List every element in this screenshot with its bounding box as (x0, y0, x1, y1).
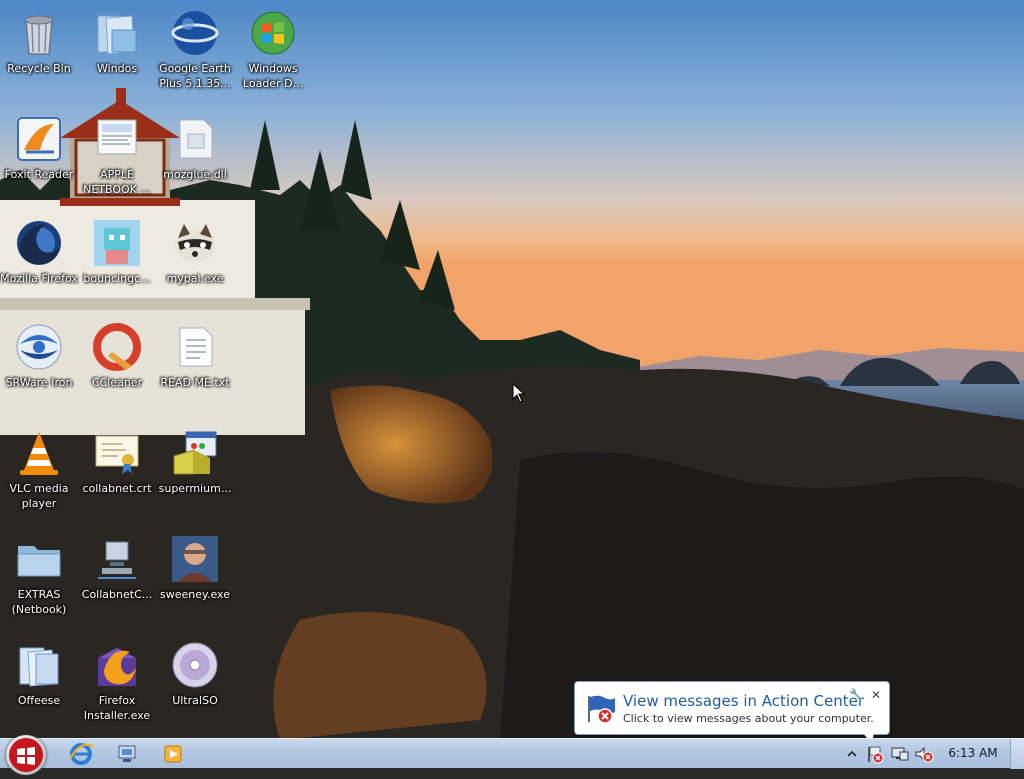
network-computer-icon (98, 541, 136, 579)
start-button[interactable] (6, 735, 46, 775)
firefox-icon (17, 221, 61, 265)
windows-explorer-icon (118, 745, 136, 762)
internet-explorer-icon (69, 743, 95, 765)
desktop-icon-bouncingc[interactable]: bouncingc... (78, 214, 156, 314)
desktop-icon-srware-iron[interactable]: SRWare Iron (0, 318, 78, 418)
apple-netbook-icon (97, 119, 137, 155)
desktop-icon-apple-netbook[interactable]: APPLE NETBOOK ... (78, 110, 156, 210)
taskbar-pin-internet-explorer[interactable] (64, 741, 98, 767)
person-photo-icon (172, 536, 218, 582)
vlc-cone-icon (20, 432, 58, 475)
desktop-icon-label: Recycle Bin (7, 62, 71, 75)
desktop-icon-extras-netbook[interactable]: EXTRAS (Netbook) (0, 530, 78, 630)
google-earth-icon (171, 11, 219, 55)
desktop-icon-label: Windos (96, 62, 138, 75)
desktop-icon-label: EXTRAS (Netbook) (11, 588, 67, 616)
desktop-icon-ultraiso[interactable]: UltraISO (156, 636, 234, 736)
dll-file-icon (179, 119, 213, 159)
desktop-icon-label: APPLE NETBOOK ... (83, 168, 151, 196)
desktop-icon-label: Firefox Installer.exe (83, 694, 151, 722)
installer-box-icon (173, 431, 217, 475)
desktop-icon-label: Windows Loader D... (242, 62, 304, 90)
desktop-icon-label: CollabnetC... (81, 588, 153, 601)
folder-icon (17, 546, 61, 577)
balloon-close-button[interactable]: ✕ (871, 688, 881, 702)
desktop-icon-windows-loader[interactable]: Windows Loader D... (234, 4, 312, 104)
desktop-icon-label: Mozilla Firefox (0, 272, 78, 285)
desktop-icon-mypal[interactable]: mypal.exe (156, 214, 234, 314)
desktop-icon-label: SRWare Iron (5, 376, 73, 389)
windows-orb-icon (9, 738, 43, 772)
taskbar-clock[interactable]: 6:13 AM (937, 746, 1009, 760)
foxit-reader-icon (17, 117, 61, 161)
desktop-icon-offeese[interactable]: Offeese (0, 636, 78, 736)
desktop-icon-label: collabnet.crt (82, 482, 152, 495)
ccleaner-icon (93, 323, 141, 371)
mouse-cursor-icon (512, 383, 526, 403)
desktop-icon-label: READ ME.txt (160, 376, 230, 389)
srware-iron-icon (16, 324, 62, 370)
bouncing-game-icon (94, 220, 140, 266)
volume-muted-icon[interactable] (914, 744, 934, 764)
desktop-icon-mozglue-dll[interactable]: mozglue.dll (156, 110, 234, 210)
desktop-icon-sweeney[interactable]: sweeney.exe (156, 530, 234, 630)
certificate-icon (95, 435, 139, 474)
desktop-icon-label: VLC media player (9, 482, 69, 510)
taskbar-pin-media-player[interactable] (156, 741, 190, 767)
folder-windos-icon (97, 15, 137, 55)
desktop-icon-label: mozglue.dll (163, 168, 227, 181)
media-player-icon (164, 745, 182, 763)
balloon-options-icon[interactable]: 🔧 (849, 688, 863, 701)
desktop-icon-mozilla-firefox[interactable]: Mozilla Firefox (0, 214, 78, 314)
network-icon[interactable] (890, 744, 910, 764)
desktop-icon-ccleaner[interactable]: CCleaner (78, 318, 156, 418)
desktop-icon-label: supermium... (158, 482, 232, 495)
desktop-icon-collabnetc[interactable]: CollabnetC... (78, 530, 156, 630)
show-desktop-button[interactable] (1010, 739, 1024, 769)
desktop-icon-label: sweeney.exe (160, 588, 230, 601)
desktop-icon-label: Foxit Reader (4, 168, 74, 181)
action-center-flag-icon (588, 695, 615, 724)
action-center-balloon[interactable]: View messages in Action Center Click to … (574, 681, 890, 735)
desktop-icon-label: mypal.exe (166, 272, 224, 285)
desktop-icon-label: bouncingc... (83, 272, 151, 285)
balloon-body: Click to view messages about your comput… (623, 712, 874, 725)
desktop-icon-supermium[interactable]: supermium... (156, 424, 234, 524)
desktop-icon-windos[interactable]: Windos (78, 4, 156, 104)
balloon-title: View messages in Action Center (623, 692, 865, 710)
desktop-icon-label: UltraISO (172, 694, 218, 707)
desktop-icon-collabnet-crt[interactable]: collabnet.crt (78, 424, 156, 524)
taskbar-pin-windows-explorer[interactable] (110, 741, 144, 767)
desktop-icon-label: Offeese (17, 694, 61, 707)
desktop-icon-recycle-bin[interactable]: Recycle Bin (0, 4, 78, 104)
office-folder-icon (19, 647, 59, 687)
recycle-bin-icon (24, 15, 54, 55)
firefox-installer-icon (98, 648, 136, 686)
desktop-icon-read-me[interactable]: READ ME.txt (156, 318, 234, 418)
desktop-icon-label: Google Earth Plus 5.1.35... (159, 62, 231, 90)
windows-loader-icon (251, 11, 295, 55)
action-center-flag-error-icon[interactable] (866, 744, 886, 764)
disc-icon (172, 642, 218, 688)
taskbar: 6:13 AM (0, 735, 1024, 775)
mypal-raccoon-icon (175, 224, 215, 262)
desktop-icon-google-earth[interactable]: Google Earth Plus 5.1.35... (156, 4, 234, 104)
desktop-icon-vlc-media-player[interactable]: VLC media player (0, 424, 78, 524)
desktop-icon-firefox-installer[interactable]: Firefox Installer.exe (78, 636, 156, 736)
show-hidden-icons-chevron-icon[interactable] (842, 744, 862, 764)
desktop-icon-label: CCleaner (91, 376, 143, 389)
text-file-icon (179, 327, 213, 367)
desktop-icon-foxit-reader[interactable]: Foxit Reader (0, 110, 78, 210)
